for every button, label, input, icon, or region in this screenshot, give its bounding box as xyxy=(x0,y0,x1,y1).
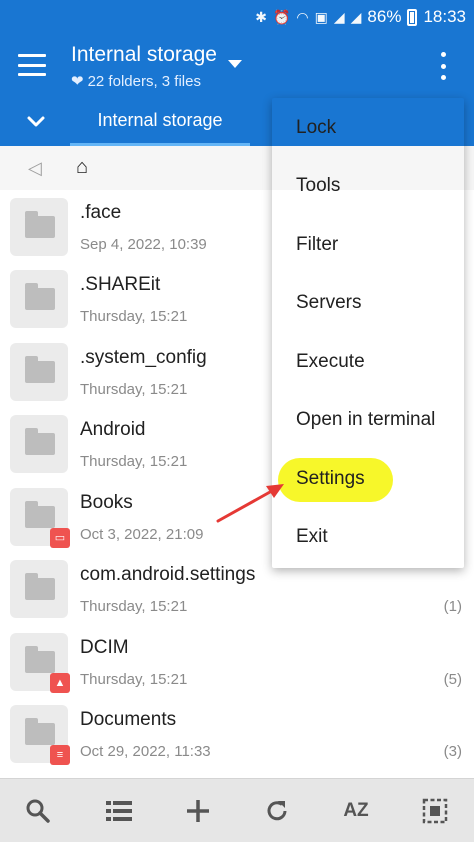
file-date: Thursday, 15:21 xyxy=(80,598,188,615)
menu-item-servers[interactable]: Servers xyxy=(272,274,464,332)
file-date: Thursday, 15:21 xyxy=(80,381,188,398)
search-icon[interactable] xyxy=(20,793,56,829)
bottom-toolbar: AZ xyxy=(0,778,474,842)
menu-item-execute[interactable]: Execute xyxy=(272,333,464,391)
tab-internal-storage[interactable]: Internal storage xyxy=(70,98,250,146)
clock: 18:33 xyxy=(423,7,466,26)
add-icon[interactable] xyxy=(180,793,216,829)
sim-icon: ▣ xyxy=(314,8,328,25)
folder-icon xyxy=(10,270,68,328)
folder-icon xyxy=(10,343,68,401)
file-date: Sep 4, 2022, 10:39 xyxy=(80,236,207,253)
item-count: (1) xyxy=(443,598,462,615)
heart-icon: ❤ xyxy=(71,73,84,90)
status-bar: ✱ ⏰ ◠ ▣ ◢ ◢ 86% 18:33 xyxy=(0,0,474,34)
item-count: (3) xyxy=(443,743,462,760)
menu-item-tools[interactable]: Tools xyxy=(272,157,464,215)
menu-icon[interactable] xyxy=(18,54,46,76)
menu-item-exit[interactable]: Exit xyxy=(272,508,464,566)
menu-item-settings[interactable]: Settings xyxy=(272,450,464,508)
file-name: .face xyxy=(80,202,122,223)
folder-icon: ▲ xyxy=(10,633,70,693)
file-name: com.android.settings xyxy=(80,564,256,585)
signal-icon-2: ◢ xyxy=(350,8,362,25)
menu-item-lock[interactable]: Lock xyxy=(272,99,464,157)
list-item[interactable]: ▲ DCIM Thursday, 15:21 (5) xyxy=(0,625,474,697)
battery-level: 86% xyxy=(367,7,402,26)
signal-icon: ◢ xyxy=(333,8,345,25)
sort-button[interactable]: AZ xyxy=(338,793,374,829)
menu-item-filter[interactable]: Filter xyxy=(272,216,464,274)
file-name: .SHAREit xyxy=(80,274,161,295)
file-date: Oct 29, 2022, 11:33 xyxy=(80,743,211,760)
item-count: (5) xyxy=(443,671,462,688)
app-bar: Internal storage ❤ 22 folders, 3 files xyxy=(0,34,474,98)
caret-down-icon[interactable] xyxy=(228,60,242,68)
select-all-icon[interactable] xyxy=(417,793,453,829)
folder-summary: ❤ 22 folders, 3 files xyxy=(71,72,201,91)
document-icon: ≡ xyxy=(50,745,70,765)
back-icon[interactable]: ◁ xyxy=(28,158,42,179)
alarm-icon: ⏰ xyxy=(272,8,291,25)
battery-icon xyxy=(407,8,418,26)
file-name: DCIM xyxy=(80,637,129,658)
folder-summary-text: 22 folders, 3 files xyxy=(87,72,201,90)
sort-label: AZ xyxy=(343,800,369,821)
book-icon: ▭ xyxy=(50,528,70,548)
page-title[interactable]: Internal storage xyxy=(71,43,217,67)
menu-item-open-in-terminal[interactable]: Open in terminal xyxy=(272,391,464,449)
folder-icon xyxy=(10,560,68,618)
file-date: Thursday, 15:21 xyxy=(80,671,188,688)
home-icon[interactable]: ⌂ xyxy=(76,156,88,179)
more-options-icon[interactable] xyxy=(437,52,449,80)
file-date: Oct 3, 2022, 21:09 xyxy=(80,526,204,543)
folder-icon: ≡ xyxy=(10,705,70,765)
image-icon: ▲ xyxy=(50,673,70,693)
folder-icon: ▭ xyxy=(10,488,70,548)
list-item[interactable]: ≡ Documents Oct 29, 2022, 11:33 (3) xyxy=(0,697,474,769)
file-name: Documents xyxy=(80,709,177,730)
bluetooth-icon: ✱ xyxy=(255,8,267,25)
chevron-down-icon[interactable] xyxy=(24,110,48,134)
file-name: Android xyxy=(80,419,146,440)
wifi-icon: ◠ xyxy=(296,8,309,25)
file-date: Thursday, 15:21 xyxy=(80,453,188,470)
file-name: .system_config xyxy=(80,347,207,368)
refresh-icon[interactable] xyxy=(259,793,295,829)
folder-icon xyxy=(10,415,68,473)
folder-icon xyxy=(10,198,68,256)
file-date: Thursday, 15:21 xyxy=(80,308,188,325)
list-view-icon[interactable] xyxy=(101,793,137,829)
file-name: Books xyxy=(80,492,133,513)
overflow-menu: Lock Tools Filter Servers Execute Open i… xyxy=(272,98,464,568)
